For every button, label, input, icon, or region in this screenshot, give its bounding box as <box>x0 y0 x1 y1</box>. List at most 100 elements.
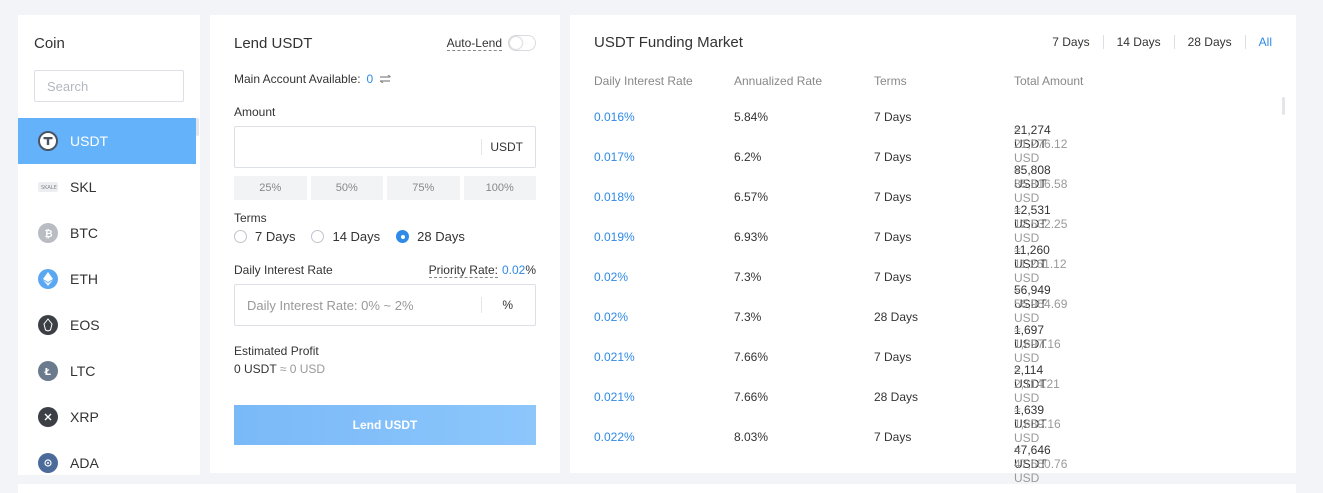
annualized-rate-cell: 7.3% <box>734 310 762 324</box>
transfer-icon[interactable] <box>380 75 392 83</box>
tab-7-days[interactable]: 7 Days <box>1039 35 1104 49</box>
terms-14-days-radio[interactable]: 14 Days <box>311 229 380 244</box>
coin-item-eth[interactable]: ETH <box>18 256 196 302</box>
daily-rate-cell: 0.022% <box>594 430 635 444</box>
svg-text:₿: ₿ <box>45 228 53 239</box>
eth-icon <box>38 269 58 289</box>
unit-divider <box>481 139 482 155</box>
coin-list-scrollbar[interactable] <box>196 118 199 136</box>
percent-50-button[interactable]: 50% <box>310 176 383 200</box>
svg-text:SKALE: SKALE <box>41 185 57 190</box>
column-header: Annualized Rate <box>734 74 823 88</box>
coin-item-btc[interactable]: ₿ BTC <box>18 210 196 256</box>
market-table-scrollbar[interactable] <box>1282 97 1285 115</box>
table-row[interactable]: 0.017% 6.2% 7 Days 85,808 USDT ≈ 85,816.58 … <box>594 137 1284 205</box>
column-header: Total Amount <box>1014 74 1084 88</box>
rate-field: % <box>234 284 536 326</box>
priority-rate-value[interactable]: 0.02 <box>502 263 525 277</box>
terms-options: 7 Days 14 Days 28 Days <box>234 229 481 244</box>
percent-100-button[interactable]: 100% <box>463 176 536 200</box>
terms-cell: 7 Days <box>874 430 912 444</box>
ltc-icon: Ł <box>38 361 58 381</box>
daily-rate-input[interactable] <box>235 285 480 325</box>
usdt-icon <box>38 131 58 151</box>
terms-cell: 28 Days <box>874 310 919 324</box>
tab-all[interactable]: All <box>1246 35 1272 49</box>
terms-option-label: 28 Days <box>417 229 465 244</box>
terms-28-days-radio[interactable]: 28 Days <box>396 229 465 244</box>
ada-icon <box>38 453 58 473</box>
coin-search-input[interactable] <box>34 70 184 102</box>
bottom-panel-edge <box>18 484 1296 493</box>
coin-item-ada[interactable]: ADA <box>18 440 196 475</box>
table-row[interactable]: 0.021% 7.66% 28 Days 1,639 USDT ≈ 1,639.16 … <box>594 377 1284 445</box>
coin-item-eos[interactable]: EOS <box>18 302 196 348</box>
coin-item-label: ETH <box>70 271 98 287</box>
market-title: USDT Funding Market <box>594 34 743 51</box>
coin-item-ltc[interactable]: Ł LTC <box>18 348 196 394</box>
daily-rate-cell: 0.02% <box>594 270 629 284</box>
skl-icon: SKALE <box>38 182 58 192</box>
terms-cell: 7 Days <box>874 350 912 364</box>
daily-rate-cell: 0.019% <box>594 230 635 244</box>
coin-item-label: ADA <box>70 455 99 471</box>
lend-panel: Lend USDT Auto-Lend Main Account Availab… <box>210 15 560 473</box>
table-row[interactable]: 0.021% 7.66% 7 Days 2,114 USDT ≈ 2,114.21 U… <box>594 337 1284 405</box>
radio-circle-checked <box>396 230 410 243</box>
coin-item-usdt[interactable]: USDT <box>18 118 196 164</box>
coin-item-label: XRP <box>70 409 99 425</box>
percent-75-button[interactable]: 75% <box>387 176 460 200</box>
table-row[interactable]: 0.02% 7.3% 7 Days 56,949 USDT ≈ 56,954.69 U… <box>594 257 1284 325</box>
amount-field: USDT <box>234 126 536 168</box>
daily-rate-cell: 0.018% <box>594 190 635 204</box>
amount-label: Amount <box>234 105 276 119</box>
column-header: Daily Interest Rate <box>594 74 693 88</box>
market-table-header: Daily Interest Rate Annualized Rate Term… <box>594 74 1284 88</box>
terms-cell: 28 Days <box>874 390 919 404</box>
lend-usdt-button[interactable]: Lend USDT <box>234 405 536 445</box>
range-tabs: 7 Days 14 Days 28 Days All <box>1039 35 1272 49</box>
percent-25-button[interactable]: 25% <box>234 176 307 200</box>
tab-28-days[interactable]: 28 Days <box>1175 35 1246 49</box>
estimated-usd: ≈ 0 USD <box>279 362 326 376</box>
estimated-profit-value: 0 USDT ≈ 0 USD <box>234 362 325 376</box>
terms-7-days-radio[interactable]: 7 Days <box>234 229 295 244</box>
coin-item-label: BTC <box>70 225 98 241</box>
table-row[interactable]: 0.022% 8.03% 7 Days 47,646 USDT ≈ 47,650.76… <box>594 417 1284 485</box>
auto-lend-control: Auto-Lend <box>446 35 536 51</box>
annualized-rate-cell: 6.57% <box>734 190 769 204</box>
table-row[interactable]: 0.018% 6.57% 7 Days 12,531 USDT ≈ 12,532.25… <box>594 177 1284 245</box>
table-row[interactable]: 0.019% 6.93% 7 Days 11,260 USDT ≈ 11,261.12… <box>594 217 1284 285</box>
table-row[interactable]: 0.02% 7.3% 28 Days 1,697 USDT ≈ 1,697.16 US… <box>594 297 1284 365</box>
coin-item-skl[interactable]: SKALE SKL <box>18 164 196 210</box>
terms-option-label: 14 Days <box>332 229 381 244</box>
funding-market-panel: USDT Funding Market 7 Days 14 Days 28 Da… <box>570 15 1296 485</box>
daily-rate-cell: 0.021% <box>594 390 635 404</box>
terms-label: Terms <box>234 211 267 225</box>
priority-rate-label[interactable]: Priority Rate: <box>428 263 498 278</box>
percent-options: 25% 50% 75% 100% <box>234 176 536 200</box>
column-header: Terms <box>874 74 907 88</box>
estimated-usdt: 0 USDT <box>234 362 277 376</box>
coin-item-xrp[interactable]: XRP <box>18 394 196 440</box>
unit-divider <box>481 297 482 313</box>
amount-unit: USDT <box>490 140 523 154</box>
coin-panel-title: Coin <box>34 35 65 52</box>
amount-input[interactable] <box>235 127 480 167</box>
daily-rate-cell: 0.017% <box>594 150 635 164</box>
toggle-knob <box>510 37 522 49</box>
table-row[interactable]: 0.016% 5.84% 7 Days 21,274 USDT ≈ 21,276.12… <box>594 97 1284 165</box>
coin-panel: Coin USDT SKALE SKL ₿ BTC ETH <box>18 15 200 475</box>
coin-item-label: LTC <box>70 363 96 379</box>
terms-cell: 7 Days <box>874 270 912 284</box>
annualized-rate-cell: 7.66% <box>734 350 769 364</box>
coin-item-label: USDT <box>70 133 109 149</box>
terms-cell: 7 Days <box>874 150 912 164</box>
terms-option-label: 7 Days <box>255 229 296 244</box>
coin-item-label: SKL <box>70 179 97 195</box>
eos-icon <box>38 315 58 335</box>
available-value: 0 <box>366 72 374 86</box>
auto-lend-toggle[interactable] <box>508 35 536 51</box>
market-table-body: 0.016% 5.84% 7 Days 21,274 USDT ≈ 21,276.12… <box>594 97 1284 485</box>
tab-14-days[interactable]: 14 Days <box>1104 35 1175 49</box>
